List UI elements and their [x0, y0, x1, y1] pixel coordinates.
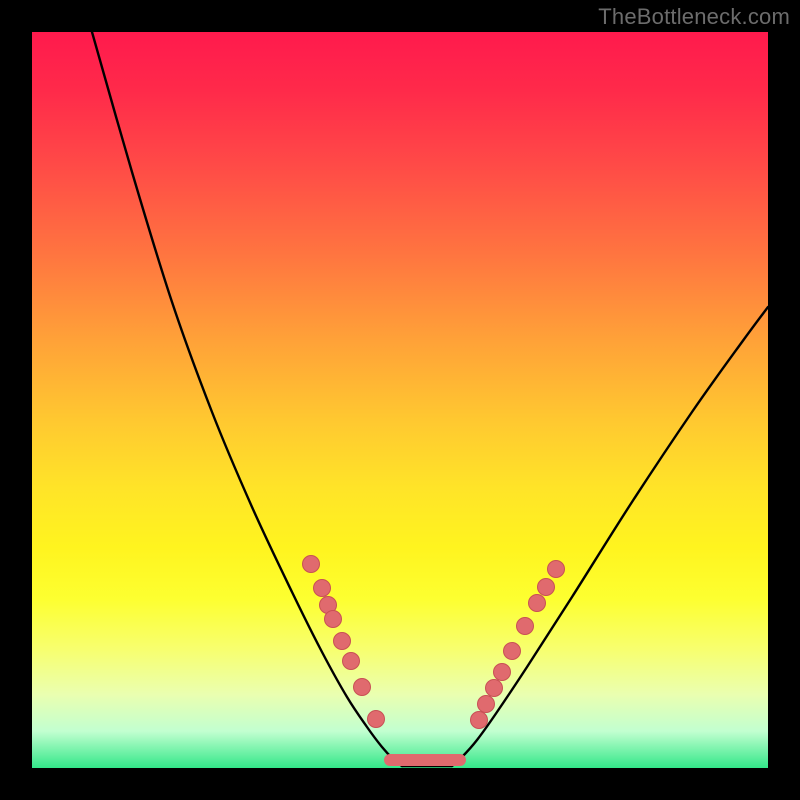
data-point — [325, 611, 342, 628]
data-point — [314, 580, 331, 597]
bottom-highlight-bar — [384, 754, 466, 766]
data-point — [478, 696, 495, 713]
data-point — [486, 680, 503, 697]
right-curve-path — [452, 307, 768, 766]
data-point — [471, 712, 488, 729]
data-point — [494, 664, 511, 681]
left-curve-dots — [303, 556, 385, 728]
data-point — [529, 595, 546, 612]
data-point — [354, 679, 371, 696]
curve-group — [92, 32, 768, 766]
watermark-text: TheBottleneck.com — [598, 4, 790, 30]
data-point — [368, 711, 385, 728]
right-curve-dots — [471, 561, 565, 729]
data-point — [303, 556, 320, 573]
data-point — [517, 618, 534, 635]
data-point — [538, 579, 555, 596]
data-point — [548, 561, 565, 578]
outer-frame: TheBottleneck.com — [0, 0, 800, 800]
data-point — [334, 633, 351, 650]
plot-area — [32, 32, 768, 768]
data-point — [504, 643, 521, 660]
chart-svg — [32, 32, 768, 768]
data-point — [343, 653, 360, 670]
